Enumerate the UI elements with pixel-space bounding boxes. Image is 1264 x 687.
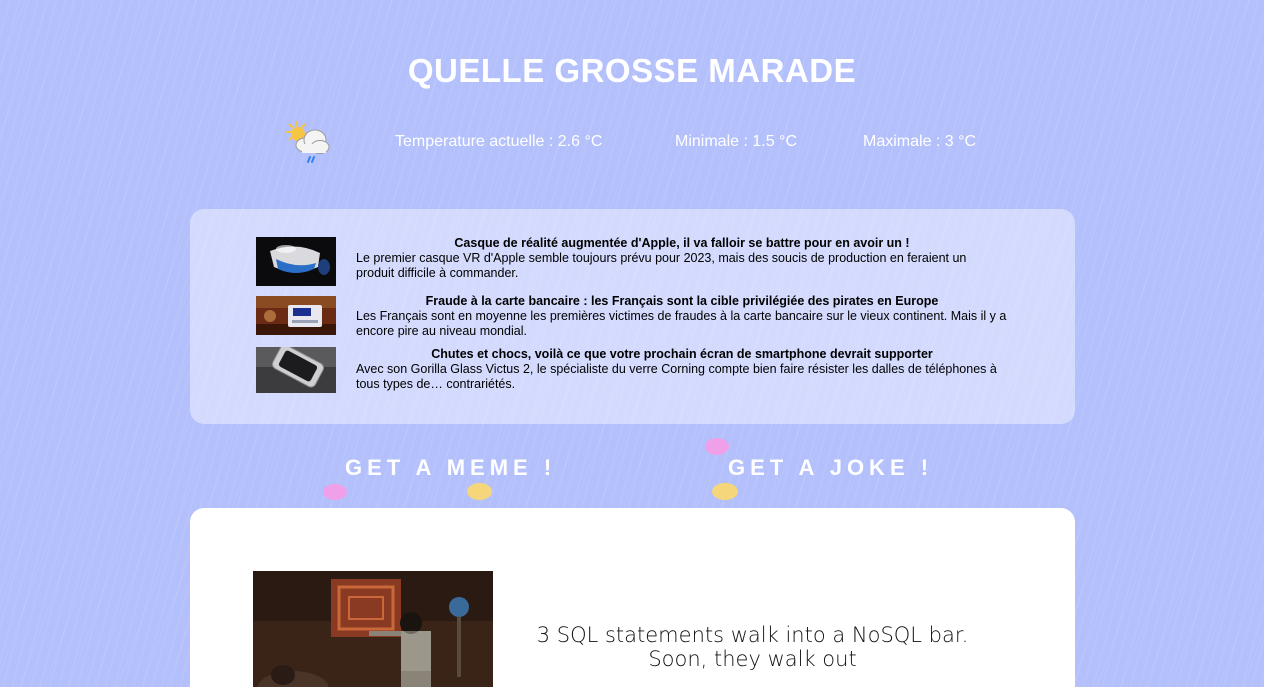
decorative-dot	[712, 483, 738, 500]
news-summary: Le premier casque VR d'Apple semble touj…	[356, 251, 967, 280]
news-title[interactable]: Casque de réalité augmentée d'Apple, il …	[356, 236, 1008, 251]
joke-text: 3 SQL statements walk into a NoSQL bar. …	[536, 623, 969, 671]
sun-cloud-rain-icon	[283, 120, 333, 166]
get-meme-button[interactable]: GET A MEME !	[345, 455, 556, 485]
decorative-dot	[705, 438, 729, 455]
site-title: QUELLE GROSSE MARADE	[407, 52, 857, 89]
news-panel: Casque de réalité augmentée d'Apple, il …	[190, 209, 1075, 424]
smartphone-image[interactable]	[256, 347, 336, 393]
max-temperature: Maximale : 3 °C	[863, 133, 977, 150]
news-summary: Les Français sont en moyenne les premièr…	[356, 309, 1007, 338]
news-article[interactable]: Casque de réalité augmentée d'Apple, il …	[356, 236, 1008, 281]
news-title[interactable]: Fraude à la carte bancaire : les Françai…	[356, 294, 1008, 309]
decorative-dot	[467, 483, 492, 500]
news-summary: Avec son Gorilla Glass Victus 2, le spéc…	[356, 362, 997, 391]
news-article[interactable]: Chutes et chocs, voilà ce que votre proc…	[356, 347, 1008, 392]
get-joke-button[interactable]: GET A JOKE !	[728, 455, 933, 485]
vr-headset-image[interactable]	[256, 237, 336, 286]
current-temperature: Temperature actuelle : 2.6 °C	[395, 133, 603, 150]
news-article[interactable]: Fraude à la carte bancaire : les Françai…	[356, 294, 1008, 339]
decorative-dot	[323, 484, 347, 500]
min-temperature: Minimale : 1.5 °C	[675, 133, 797, 150]
news-title[interactable]: Chutes et chocs, voilà ce que votre proc…	[356, 347, 1008, 362]
credit-card-image[interactable]	[256, 296, 336, 335]
meme-image	[253, 571, 493, 687]
content-card: 3 SQL statements walk into a NoSQL bar. …	[190, 508, 1075, 687]
